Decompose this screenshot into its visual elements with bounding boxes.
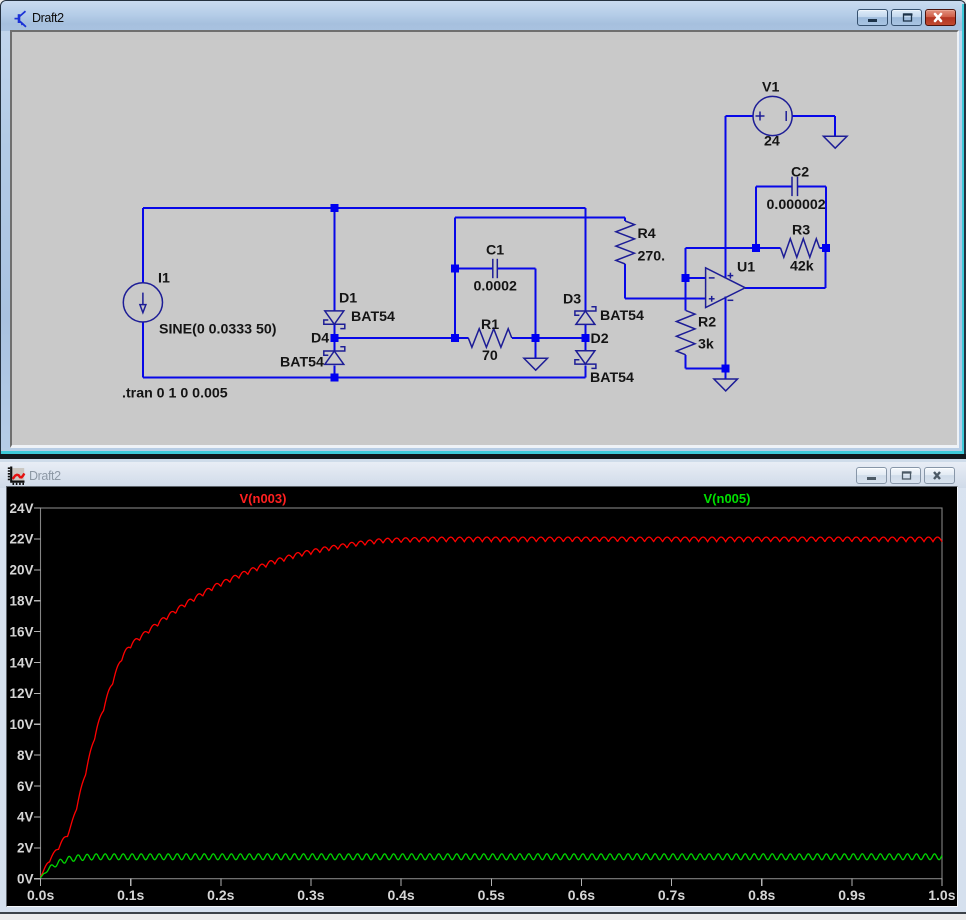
svg-text:SINE(0 0.0333 50): SINE(0 0.0333 50) [159,322,277,338]
svg-text:0.7s: 0.7s [657,887,684,903]
svg-text:8V: 8V [16,748,33,763]
svg-text:16V: 16V [9,624,33,639]
svg-text:12V: 12V [9,686,33,701]
svg-text:0.9s: 0.9s [838,887,865,903]
svg-text:22V: 22V [9,532,33,547]
svg-text:V1: V1 [762,80,779,96]
svg-text:0.8s: 0.8s [748,887,775,903]
svg-text:70: 70 [482,348,498,364]
svg-text:24V: 24V [9,501,33,516]
svg-text:24: 24 [764,134,780,150]
svg-text:0.3s: 0.3s [297,887,324,903]
svg-text:0.1s: 0.1s [117,887,144,903]
svg-text:.tran 0 1 0 0.005: .tran 0 1 0 0.005 [122,386,228,402]
svg-text:R3: R3 [792,223,810,239]
svg-text:BAT54: BAT54 [351,309,395,325]
svg-text:270.: 270. [638,249,666,265]
svg-text:2V: 2V [16,841,33,856]
svg-text:0.6s: 0.6s [567,887,594,903]
svg-text:0.5s: 0.5s [477,887,504,903]
svg-text:D1: D1 [339,291,357,307]
svg-text:18V: 18V [9,594,33,609]
svg-text:C1: C1 [486,243,504,259]
svg-text:0.4s: 0.4s [387,887,414,903]
svg-text:U1: U1 [737,260,755,276]
svg-text:BAT54: BAT54 [590,370,634,386]
svg-text:V(n005): V(n005) [703,491,750,506]
svg-text:0.000002: 0.000002 [767,197,826,213]
svg-text:0.2s: 0.2s [207,887,234,903]
svg-text:0V: 0V [16,872,33,887]
svg-text:3k: 3k [698,337,714,353]
svg-text:6V: 6V [16,779,33,794]
svg-text:1.0s: 1.0s [928,887,955,903]
svg-text:D3: D3 [563,292,581,308]
svg-text:D4: D4 [311,331,329,347]
svg-text:R2: R2 [698,315,716,331]
svg-text:0.0002: 0.0002 [474,279,518,295]
svg-text:BAT54: BAT54 [280,355,324,371]
svg-text:4V: 4V [16,810,33,825]
svg-text:R4: R4 [638,226,656,242]
svg-text:42k: 42k [790,259,814,275]
svg-text:BAT54: BAT54 [600,308,644,324]
svg-text:C2: C2 [791,165,809,181]
svg-text:20V: 20V [9,563,33,578]
svg-text:10V: 10V [9,717,33,732]
svg-text:14V: 14V [9,655,33,670]
svg-text:0.0s: 0.0s [27,887,54,903]
svg-text:I1: I1 [158,271,170,287]
svg-text:R1: R1 [481,317,499,333]
svg-text:V(n003): V(n003) [239,491,286,506]
svg-text:D2: D2 [591,331,609,347]
